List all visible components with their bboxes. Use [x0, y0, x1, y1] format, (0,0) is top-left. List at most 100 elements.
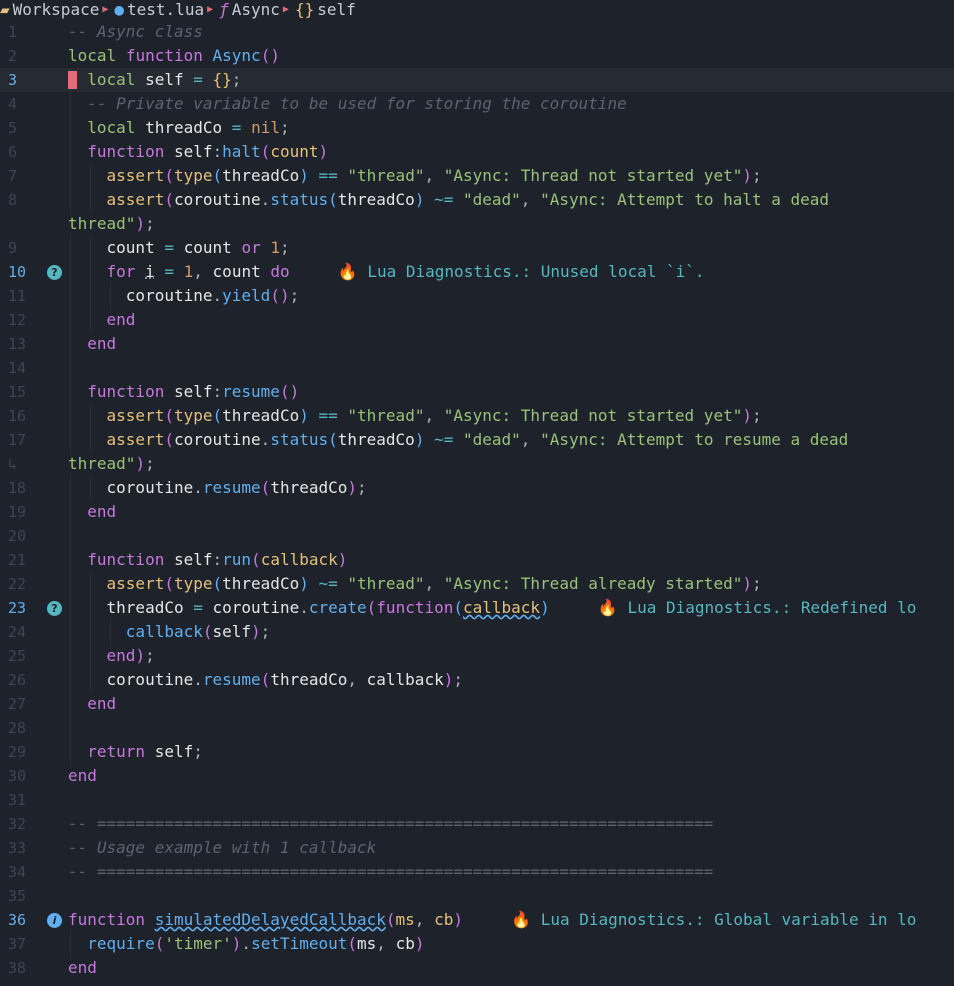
- code-line: 13 end: [0, 332, 954, 356]
- status-line: [0, 980, 954, 986]
- line-number: 20: [8, 527, 27, 545]
- code-line: 1 -- Async class: [0, 20, 954, 44]
- line-number: 8: [8, 191, 18, 209]
- line-number: 31: [8, 791, 27, 809]
- code-line: 32 -- ==================================…: [0, 812, 954, 836]
- code-line: 35: [0, 884, 954, 908]
- code-line: 26 coroutine.resume(threadCo, callback);: [0, 668, 954, 692]
- function-icon: ƒ: [219, 0, 229, 19]
- comment: -- =====================================…: [68, 814, 714, 833]
- line-number: 36: [8, 911, 27, 929]
- code-line: 9 count = count or 1;: [0, 236, 954, 260]
- line-number: 21: [8, 551, 27, 569]
- line-number: 26: [8, 671, 27, 689]
- line-number: 5: [8, 119, 18, 137]
- code-line: 28: [0, 716, 954, 740]
- line-number: 11: [8, 287, 27, 305]
- line-number: 4: [8, 95, 18, 113]
- line-number: 37: [8, 935, 27, 953]
- comment: -- Private variable to be used for stori…: [87, 94, 627, 113]
- fire-icon: 🔥: [597, 598, 618, 617]
- line-number: 25: [8, 647, 27, 665]
- code-line: 6 function self:halt(count): [0, 140, 954, 164]
- comment: -- Async class: [68, 22, 203, 41]
- line-number: 33: [8, 839, 27, 857]
- line-number: 3: [8, 71, 18, 89]
- line-number: 27: [8, 695, 27, 713]
- breadcrumb-object-label: self: [317, 0, 356, 19]
- breadcrumb-function-label: Async: [231, 0, 280, 19]
- line-number: 23: [8, 599, 27, 617]
- chevron-right-icon: ▶: [207, 4, 214, 15]
- line-number: 30: [8, 767, 27, 785]
- object-icon: {}: [294, 0, 315, 19]
- breadcrumb-object[interactable]: {} self: [295, 1, 356, 19]
- code-line: 34 -- ==================================…: [0, 860, 954, 884]
- code-editor[interactable]: 1 -- Async class 2 local function Async(…: [0, 20, 954, 980]
- line-number: 10: [8, 263, 27, 281]
- breadcrumb-file[interactable]: ● test.lua: [114, 1, 204, 19]
- fire-icon: 🔥: [337, 262, 358, 281]
- line-number: 24: [8, 623, 27, 641]
- line-number: 38: [8, 959, 27, 977]
- code-line: 12 end: [0, 308, 954, 332]
- code-line: 31: [0, 788, 954, 812]
- code-line: 7 assert(type(threadCo) == "thread", "As…: [0, 164, 954, 188]
- chevron-right-icon: ▶: [282, 4, 289, 15]
- breadcrumb: ▰ Workspace ▶ ● test.lua ▶ ƒ Async ▶ {} …: [0, 0, 954, 20]
- code-line-wrap: ↳ thread");: [0, 452, 954, 476]
- line-number: 22: [8, 575, 27, 593]
- line-number: 28: [8, 719, 27, 737]
- code-line: 15 function self:resume(): [0, 380, 954, 404]
- code-line: 27 end: [0, 692, 954, 716]
- code-line: 37 require('timer').setTimeout(ms, cb): [0, 932, 954, 956]
- wrap-indicator: ↳: [8, 455, 18, 473]
- line-number: 18: [8, 479, 27, 497]
- code-line: 23 ? threadCo = coroutine.create(functio…: [0, 596, 954, 620]
- line-number: 9: [8, 239, 18, 257]
- code-line-wrap: thread");: [68, 214, 155, 233]
- breadcrumb-workspace[interactable]: ▰ Workspace: [0, 1, 99, 19]
- question-icon[interactable]: ?: [47, 265, 62, 280]
- code-line: 11 coroutine.yield();: [0, 284, 954, 308]
- line-number: 6: [8, 143, 18, 161]
- breadcrumb-function[interactable]: ƒ Async: [219, 1, 280, 19]
- line-number: 7: [8, 167, 18, 185]
- code-line: 33 -- Usage example with 1 callback: [0, 836, 954, 860]
- code-line-current: 3 local self = {};: [0, 68, 954, 92]
- diagnostic-message[interactable]: Lua Diagnostics.: Unused local `i`.: [367, 262, 704, 281]
- code-line: 16 assert(type(threadCo) == "thread", "A…: [0, 404, 954, 428]
- code-line: 19 end: [0, 500, 954, 524]
- folder-icon: ▰: [0, 0, 10, 19]
- comment: -- Usage example with 1 callback: [68, 838, 377, 857]
- code-line: 14: [0, 356, 954, 380]
- info-icon[interactable]: i: [47, 913, 62, 928]
- code-line: 10 ? for i = 1, count do 🔥 Lua Diagnosti…: [0, 260, 954, 284]
- diagnostic-message[interactable]: Lua Diagnostics.: Global variable in lo: [541, 910, 917, 929]
- line-number: 35: [8, 887, 27, 905]
- code-line: 4 -- Private variable to be used for sto…: [0, 92, 954, 116]
- code-line: 36 i function simulatedDelayedCallback(m…: [0, 908, 954, 932]
- code-line: 20: [0, 524, 954, 548]
- code-line: 17 assert(coroutine.status(threadCo) ~= …: [0, 428, 954, 452]
- breadcrumb-workspace-label: Workspace: [12, 0, 100, 19]
- lua-file-icon: ●: [114, 0, 125, 19]
- chevron-right-icon: ▶: [102, 4, 109, 15]
- line-number: 17: [8, 431, 27, 449]
- line-number: 12: [8, 311, 27, 329]
- code-line: 24 callback(self);: [0, 620, 954, 644]
- fire-icon: 🔥: [511, 910, 532, 929]
- line-number: 16: [8, 407, 27, 425]
- diagnostic-message[interactable]: Lua Diagnostics.: Redefined lo: [627, 598, 916, 617]
- line-number: 13: [8, 335, 27, 353]
- code-line: 38 end: [0, 956, 954, 980]
- breadcrumb-file-label: test.lua: [127, 0, 205, 19]
- question-icon[interactable]: ?: [47, 601, 62, 616]
- comment: -- =====================================…: [68, 862, 714, 881]
- line-number: 2: [8, 47, 18, 65]
- line-number: 19: [8, 503, 27, 521]
- code-line: 2 local function Async(): [0, 44, 954, 68]
- line-number: 34: [8, 863, 27, 881]
- code-line: 8 assert(coroutine.status(threadCo) ~= "…: [0, 188, 954, 212]
- line-number: 32: [8, 815, 27, 833]
